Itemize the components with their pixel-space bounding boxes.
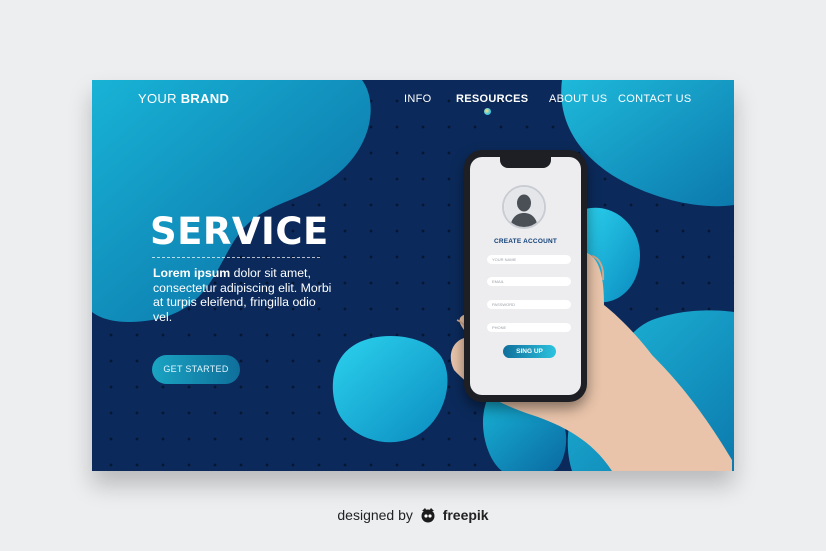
freepik-logo-icon bbox=[419, 507, 437, 526]
phone-notch bbox=[500, 157, 551, 168]
phone-screen: CREATE ACCOUNT YOUR NAME EMAIL PASSWORD … bbox=[470, 157, 581, 395]
credit-brand[interactable]: freepik bbox=[443, 507, 489, 523]
brand-light: YOUR bbox=[138, 91, 177, 106]
nav-about-us[interactable]: ABOUT US bbox=[549, 93, 607, 105]
hero-desc-bold: Lorem ipsum bbox=[153, 266, 231, 280]
nav-resources[interactable]: RESOURCES bbox=[456, 93, 528, 105]
password-field[interactable]: PASSWORD bbox=[487, 300, 571, 309]
hero-divider bbox=[152, 257, 320, 258]
hero-title: SERVICE bbox=[150, 210, 329, 253]
nav-contact-us[interactable]: CONTACT US bbox=[618, 93, 692, 105]
active-indicator-dot bbox=[484, 108, 491, 115]
hero-description: Lorem ipsum dolor sit amet, consectetur … bbox=[153, 266, 338, 325]
nav-info[interactable]: INFO bbox=[404, 93, 431, 105]
user-avatar-icon bbox=[502, 185, 546, 229]
phone-field[interactable]: PHONE bbox=[487, 323, 571, 332]
create-account-title: CREATE ACCOUNT bbox=[493, 238, 558, 245]
get-started-button[interactable]: GET STARTED bbox=[152, 355, 240, 384]
landing-card: CREATE ACCOUNT YOUR NAME EMAIL PASSWORD … bbox=[92, 80, 734, 471]
email-field[interactable]: EMAIL bbox=[487, 277, 571, 286]
credit-prefix: designed by bbox=[337, 507, 413, 523]
brand-bold: BRAND bbox=[180, 91, 230, 106]
credit-line: designed by freepik bbox=[0, 507, 826, 526]
phone-mockup: CREATE ACCOUNT YOUR NAME EMAIL PASSWORD … bbox=[464, 150, 587, 402]
brand-logo[interactable]: YOUR BRAND bbox=[138, 91, 229, 106]
sign-up-button[interactable]: SING UP bbox=[503, 345, 556, 358]
name-field[interactable]: YOUR NAME bbox=[487, 255, 571, 264]
